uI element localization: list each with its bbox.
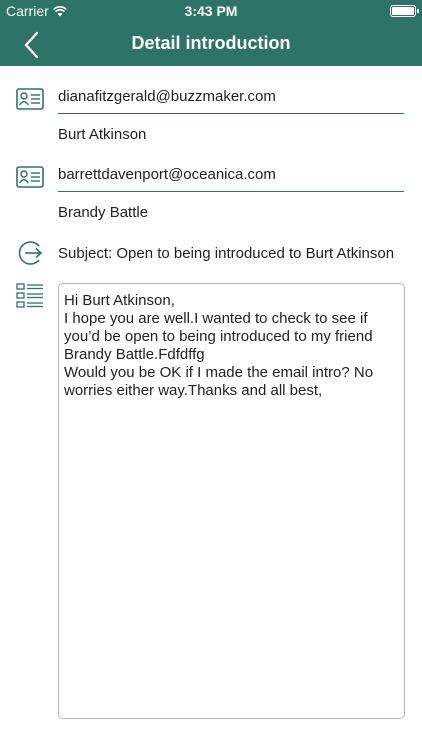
email-field-1[interactable] xyxy=(58,84,404,114)
page-title: Detail introduction xyxy=(131,33,291,53)
battery-fill xyxy=(392,7,414,15)
status-bar: Carrier 3:43 PM xyxy=(0,0,422,22)
contact-card-icon xyxy=(16,88,44,110)
contact-row-1: Burt Atkinson xyxy=(0,84,422,146)
message-list-icon xyxy=(16,283,43,308)
message-textarea[interactable]: Hi Burt Atkinson, I hope you are well.I … xyxy=(58,283,405,719)
arrow-circle-icon xyxy=(18,241,43,265)
contact-name-1: Burt Atkinson xyxy=(58,126,147,143)
battery-icon xyxy=(390,5,419,17)
contact-card-icon xyxy=(16,166,44,188)
status-time: 3:43 PM xyxy=(184,3,238,19)
email-field-2[interactable] xyxy=(58,162,404,192)
subject-row: Subject: Open to being introduced to Bur… xyxy=(0,240,422,268)
contact-name-2: Brandy Battle xyxy=(58,204,149,221)
navigation-bar: Detail introduction xyxy=(0,22,422,66)
subject-text[interactable]: Subject: Open to being introduced to Bur… xyxy=(58,245,394,262)
header: Carrier 3:43 PM Detail introduction xyxy=(0,0,422,66)
contact-row-2: Brandy Battle xyxy=(0,162,422,224)
